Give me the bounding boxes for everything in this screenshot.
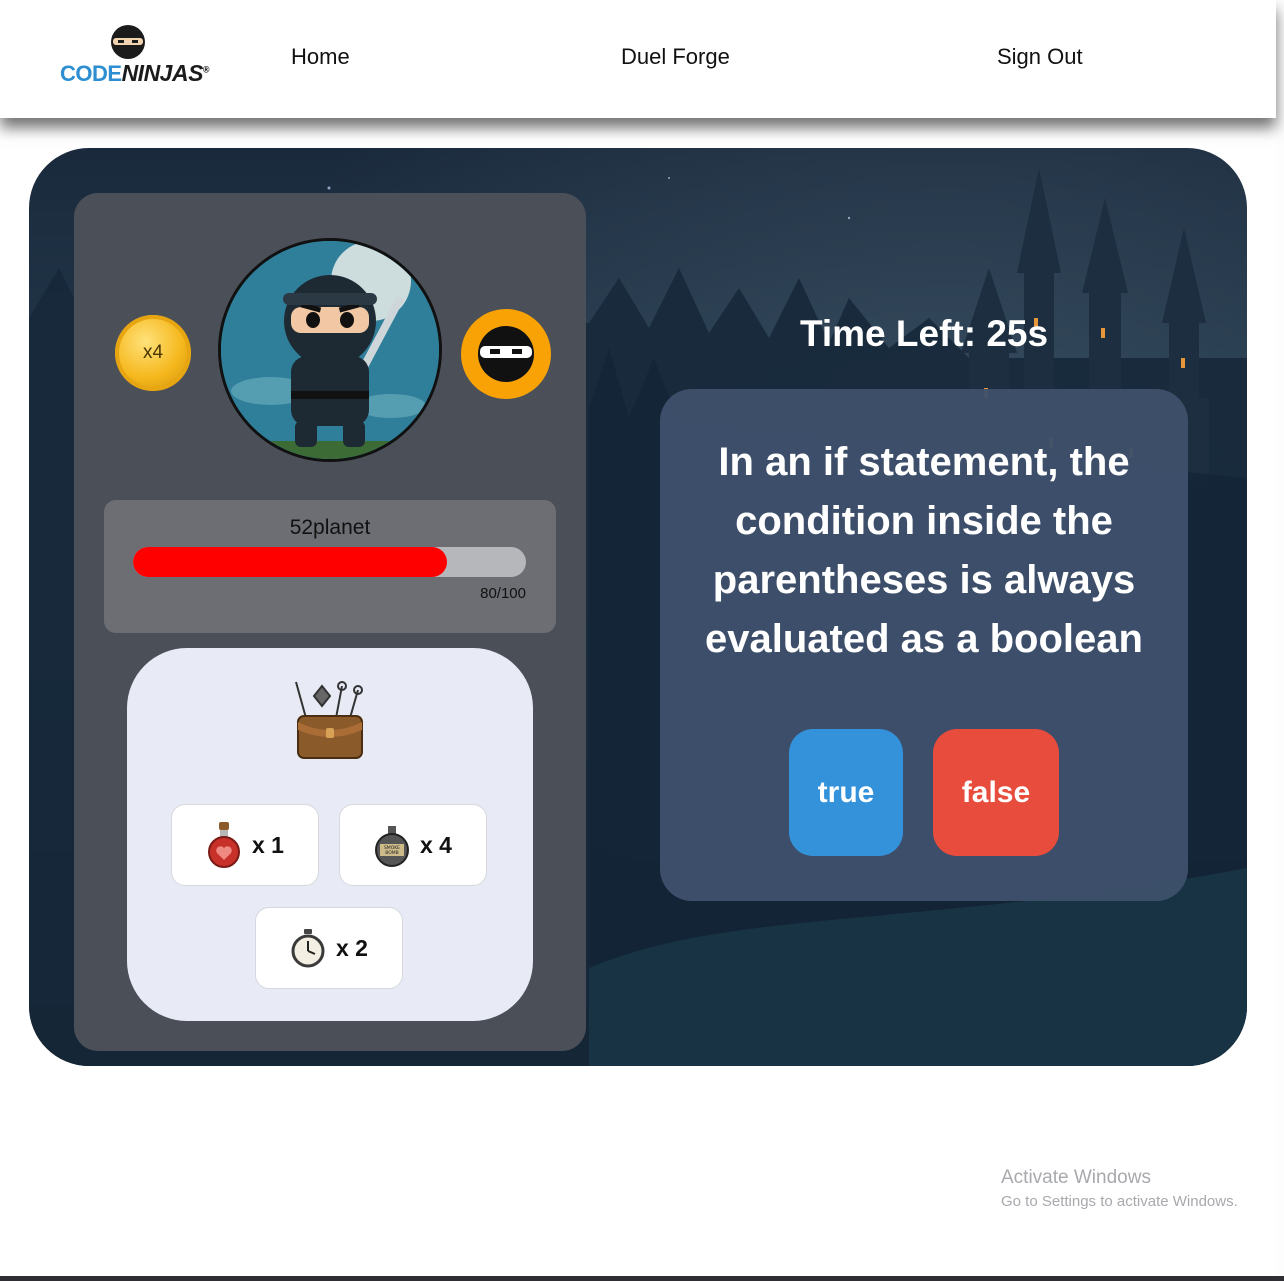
- ninja-avatar: [218, 238, 442, 462]
- activate-windows-watermark: Activate Windows Go to Settings to activ…: [1001, 1167, 1238, 1210]
- health-value: 80/100: [480, 585, 526, 602]
- top-navbar: CODENINJAS® Home Duel Forge Sign Out: [0, 0, 1276, 118]
- ninja-rank-badge: [461, 309, 551, 399]
- time-left-label: Time Left: 25s: [799, 313, 1049, 354]
- ninja-head-logo-icon: [111, 25, 145, 59]
- nav-sign-out-link[interactable]: Sign Out: [997, 44, 1083, 70]
- smoke-bomb-slot[interactable]: SMOKE BOMB x 4: [339, 804, 487, 886]
- stopwatch-slot[interactable]: x 2: [255, 907, 403, 989]
- stopwatch-icon: [291, 929, 325, 968]
- smoke-bomb-icon: SMOKE BOMB: [375, 826, 409, 867]
- ninja-character-icon: [221, 241, 439, 459]
- health-potion-icon: [208, 822, 240, 868]
- question-card: In an if statement, the condition inside…: [660, 389, 1188, 901]
- question-text: In an if statement, the condition inside…: [705, 440, 1143, 661]
- health-bar-fill: [133, 547, 448, 577]
- window-edge: [1276, 0, 1284, 1281]
- logo-wordmark: CODENINJAS®: [60, 60, 210, 87]
- health-potion-qty: x 1: [252, 831, 284, 858]
- ninja-tool-pouch-icon: [295, 681, 363, 759]
- watermark-subtitle: Go to Settings to activate Windows.: [1001, 1193, 1238, 1210]
- nav-duel-forge-link[interactable]: Duel Forge: [621, 44, 730, 70]
- ninja-face-icon: [478, 326, 534, 382]
- answer-false-button[interactable]: false: [933, 729, 1059, 856]
- smoke-bomb-qty: x 4: [420, 831, 452, 858]
- coin-counter: x4: [115, 315, 191, 391]
- logo-ninjas-text: NINJAS: [121, 60, 204, 86]
- player-name: 52planet: [289, 516, 371, 539]
- logo-registered-mark: ®: [202, 64, 210, 75]
- watermark-title: Activate Windows: [1001, 1167, 1151, 1188]
- answer-true-button[interactable]: true: [789, 729, 903, 856]
- player-health-card: 52planet 80/100: [104, 500, 556, 633]
- logo-code-text: CODE: [60, 61, 122, 86]
- health-potion-slot[interactable]: x 1: [171, 804, 319, 886]
- taskbar-edge: [0, 1276, 1284, 1281]
- coin-count: x4: [142, 342, 164, 363]
- health-bar: [133, 547, 526, 577]
- smoke-bomb-label-2: BOMB: [385, 850, 399, 856]
- nav-home-link[interactable]: Home: [291, 44, 350, 70]
- stopwatch-qty: x 2: [336, 934, 368, 961]
- inventory-panel: x 1 SMOKE BOMB x 4 x 2: [127, 648, 533, 1021]
- code-ninjas-logo[interactable]: CODENINJAS®: [60, 24, 210, 90]
